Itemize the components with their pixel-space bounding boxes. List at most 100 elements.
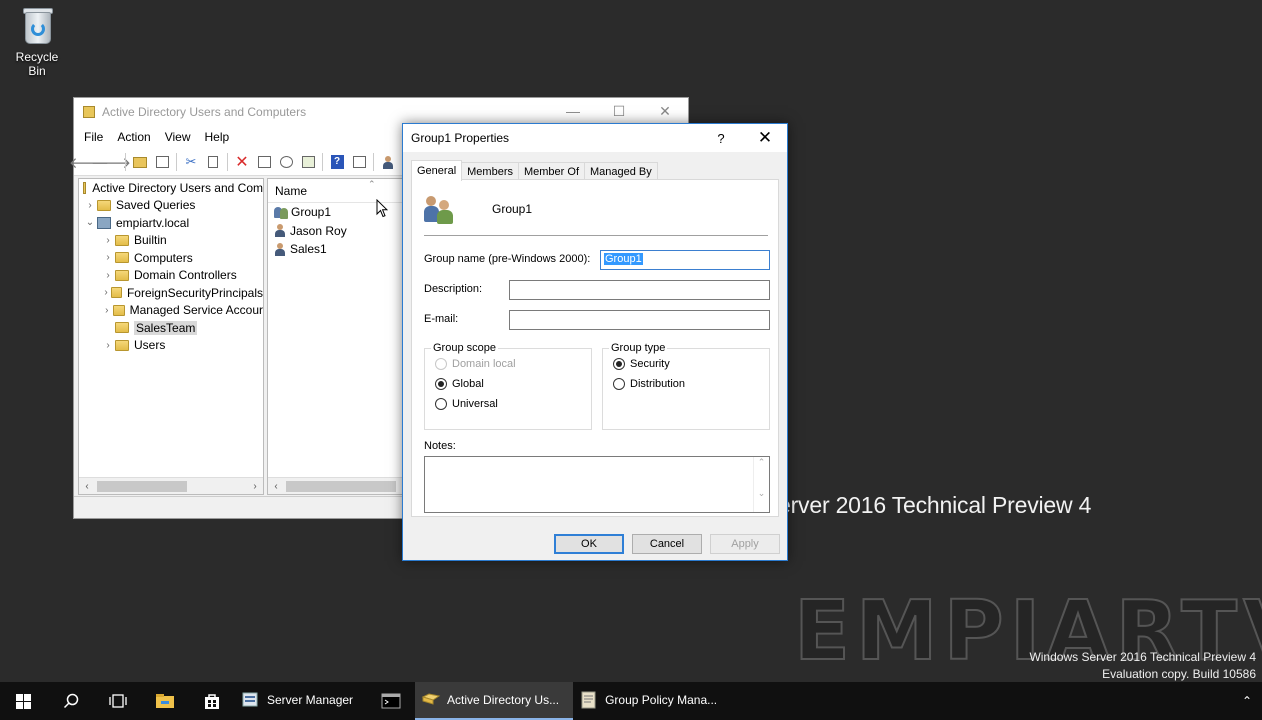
help-button[interactable]: ?: [699, 131, 743, 146]
tree-item-domain-controllers[interactable]: › Domain Controllers: [79, 267, 263, 285]
scroll-thumb[interactable]: [286, 480, 396, 492]
start-button[interactable]: [0, 682, 47, 720]
tab-general[interactable]: General: [411, 160, 463, 181]
tree-item-users[interactable]: › Users: [79, 337, 263, 355]
chevron-right-icon[interactable]: ›: [83, 200, 97, 211]
scroll-thumb[interactable]: [97, 480, 187, 492]
list-hscrollbar[interactable]: ‹: [268, 477, 406, 494]
clipboard-icon[interactable]: [202, 152, 224, 172]
maximize-button[interactable]: ☐: [596, 103, 642, 120]
email-field[interactable]: [509, 310, 770, 330]
menu-view[interactable]: View: [158, 130, 198, 144]
folder-icon: [115, 339, 129, 351]
type-distribution-radio[interactable]: Distribution: [603, 374, 769, 394]
list-item-sales1[interactable]: Sales1: [268, 240, 406, 259]
task-view-button[interactable]: [94, 682, 141, 720]
console-icon[interactable]: [348, 152, 370, 172]
menu-help[interactable]: Help: [198, 130, 237, 144]
recycle-bin-shortcut[interactable]: Recycle Bin: [6, 6, 68, 78]
notes-textarea[interactable]: ⌃ ⌄: [424, 456, 770, 513]
tree-item-managed-service-accounts[interactable]: › Managed Service Accour: [79, 302, 263, 320]
tree-item-label: Managed Service Accour: [129, 303, 263, 318]
search-button[interactable]: [47, 682, 94, 720]
delete-icon[interactable]: ✕: [231, 152, 253, 172]
aduc-titlebar[interactable]: Active Directory Users and Computers — ☐…: [74, 98, 688, 125]
chevron-right-icon[interactable]: ›: [101, 305, 113, 316]
tree-pane[interactable]: Active Directory Users and Com › Saved Q…: [78, 178, 264, 495]
taskbar-server-manager[interactable]: Server Manager: [235, 682, 367, 720]
group-name-label: Group name (pre-Windows 2000):: [424, 253, 591, 265]
radio-icon: [613, 358, 625, 370]
search-icon: [63, 693, 78, 709]
dialog-close-button[interactable]: ✕: [743, 128, 787, 148]
taskbar-group-policy[interactable]: Group Policy Mana...: [573, 682, 731, 720]
tab-members[interactable]: Members: [461, 162, 519, 180]
group-name-field[interactable]: Group1: [600, 250, 770, 270]
radio-label: Global: [452, 378, 484, 390]
list-item-label: Jason Roy: [290, 223, 347, 238]
tree-item-domain[interactable]: ⌄ empiartv.local: [79, 214, 263, 232]
file-explorer-button[interactable]: [141, 682, 188, 720]
tree-item-foreign-security-principals[interactable]: › ForeignSecurityPrincipals: [79, 284, 263, 302]
list-item-jason-roy[interactable]: Jason Roy: [268, 222, 406, 241]
chevron-right-icon[interactable]: ›: [101, 287, 111, 298]
taskbar-app-label: Active Directory Us...: [447, 693, 560, 707]
up-folder-icon[interactable]: [129, 152, 151, 172]
tree-item-computers[interactable]: › Computers: [79, 249, 263, 267]
dialog-titlebar[interactable]: Group1 Properties ? ✕: [403, 124, 787, 152]
chevron-right-icon[interactable]: ›: [101, 270, 115, 281]
menu-file[interactable]: File: [77, 130, 110, 144]
new-user-icon[interactable]: [377, 152, 399, 172]
minimize-button[interactable]: —: [550, 103, 596, 120]
type-security-radio[interactable]: Security: [603, 354, 769, 374]
scroll-left-icon[interactable]: ‹: [79, 481, 95, 492]
cancel-button[interactable]: Cancel: [632, 534, 702, 554]
tab-member-of[interactable]: Member Of: [517, 162, 585, 180]
domain-icon: [97, 216, 111, 229]
store-button[interactable]: [188, 682, 235, 720]
sort-up-icon: ⌃: [368, 179, 376, 189]
tree-item-saved-queries[interactable]: › Saved Queries: [79, 197, 263, 215]
show-hide-tree-icon[interactable]: [151, 152, 173, 172]
list-pane[interactable]: Name ⌃ Group1 Jason Roy Sales1 ‹: [267, 178, 407, 495]
tree-root[interactable]: Active Directory Users and Com: [79, 179, 263, 197]
aduc-app-icon: [83, 105, 95, 118]
cut-icon[interactable]: ✂: [180, 152, 202, 172]
group-header: Group1: [424, 194, 532, 224]
properties-icon[interactable]: [253, 152, 275, 172]
notes-scrollbar[interactable]: ⌃ ⌄: [753, 457, 769, 512]
apply-button[interactable]: Apply: [710, 534, 780, 554]
show-hidden-icons-button[interactable]: ⌃: [1232, 694, 1262, 708]
group-name-value: Group1: [604, 253, 643, 265]
taskbar-powershell[interactable]: [367, 682, 415, 720]
taskbar-aduc[interactable]: Active Directory Us...: [415, 682, 574, 720]
radio-label: Security: [630, 358, 670, 370]
scroll-left-icon[interactable]: ‹: [268, 481, 284, 492]
menu-action[interactable]: Action: [110, 130, 157, 144]
refresh-icon[interactable]: [275, 152, 297, 172]
taskbar-app-label: Group Policy Mana...: [605, 693, 718, 707]
scroll-right-icon[interactable]: ›: [247, 481, 263, 492]
group-scope-box: Group scope Domain local Global Universa…: [424, 342, 592, 430]
forward-arrow-icon[interactable]: 🡒: [91, 152, 131, 172]
chevron-right-icon[interactable]: ›: [101, 235, 115, 246]
export-list-icon[interactable]: [297, 152, 319, 172]
tree-item-label: Computers: [134, 250, 193, 265]
close-button[interactable]: ✕: [642, 103, 688, 120]
ok-button[interactable]: OK: [554, 534, 624, 554]
chevron-down-icon[interactable]: ⌄: [83, 217, 97, 228]
description-field[interactable]: [509, 280, 770, 300]
chevron-right-icon[interactable]: ›: [101, 252, 115, 263]
tree-hscrollbar[interactable]: ‹ ›: [79, 477, 263, 494]
radio-icon: [435, 358, 447, 370]
tab-managed-by[interactable]: Managed By: [584, 162, 658, 180]
chevron-right-icon[interactable]: ›: [101, 340, 115, 351]
tree-item-salesteam[interactable]: SalesTeam: [79, 319, 263, 337]
help-icon[interactable]: ?: [326, 152, 348, 172]
scope-universal-radio[interactable]: Universal: [425, 394, 591, 414]
taskbar: Server Manager Active Directory Us... Gr…: [0, 682, 1262, 720]
folder-icon: [111, 287, 122, 299]
tree-item-builtin[interactable]: › Builtin: [79, 232, 263, 250]
scope-domain-local-radio[interactable]: Domain local: [425, 354, 591, 374]
scope-global-radio[interactable]: Global: [425, 374, 591, 394]
